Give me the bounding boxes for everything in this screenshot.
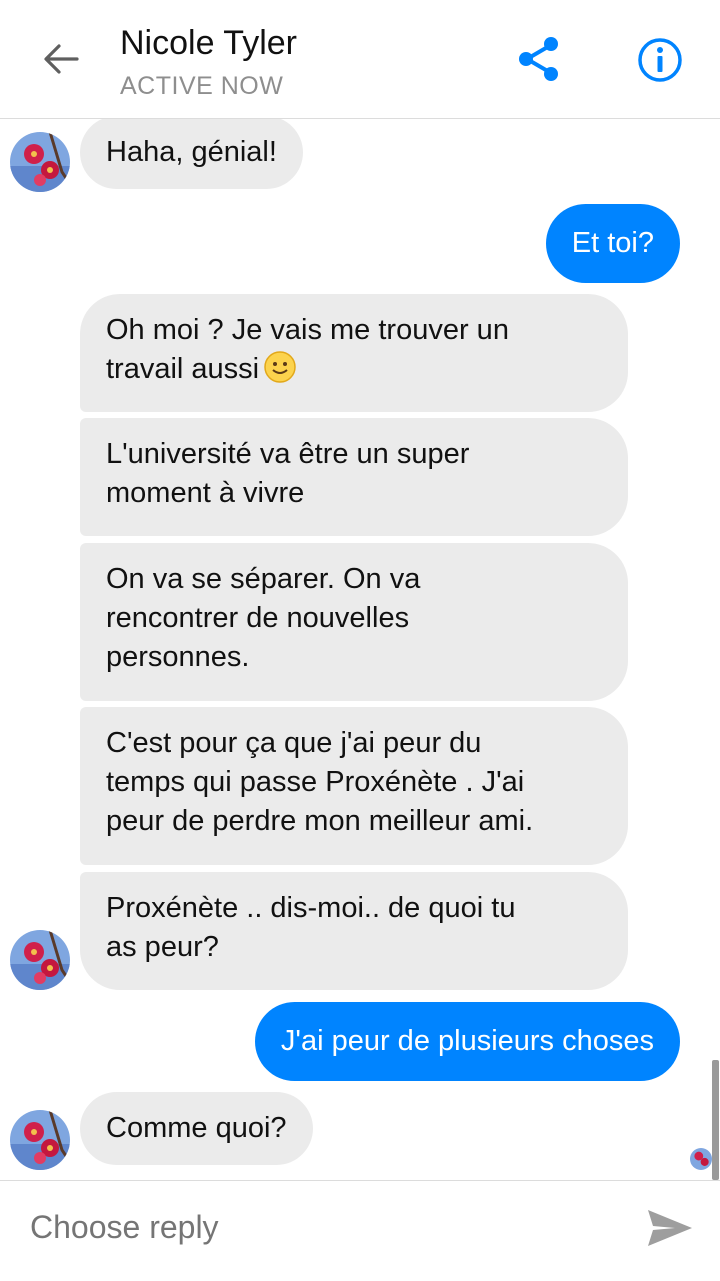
info-icon [636,36,684,89]
message-thread[interactable]: Haha, génial! Et toi? Oh moi ? Je vais m… [0,0,720,1180]
message-line: Proxénète .. dis-moi.. de quoi tu [106,892,516,924]
incoming-message[interactable]: Oh moi ? Je vais me trouver un travail a… [80,294,628,412]
back-button[interactable] [36,36,86,86]
incoming-message[interactable]: Proxénète .. dis-moi.. de quoi tu as peu… [80,872,628,990]
send-icon [645,1206,695,1255]
message-line: temps qui passe Proxénète . J'ai [106,766,525,798]
message-text: J'ai peur de plusieurs choses [280,1025,654,1057]
message-line: rencontrer de nouvelles [106,602,410,634]
message-line: C'est pour ça que j'ai peur du [106,727,482,759]
outgoing-message[interactable]: J'ai peur de plusieurs choses [254,1002,680,1081]
contact-avatar[interactable] [10,1110,70,1170]
incoming-message[interactable]: C'est pour ça que j'ai peur du temps qui… [80,707,628,865]
message-line: Oh moi ? Je vais me trouver un [106,314,509,346]
slightly-smiling-face-icon [263,350,297,384]
info-button[interactable] [632,34,688,90]
message-line: On va se séparer. On va [106,563,421,595]
share-icon [517,35,561,88]
choose-reply-field[interactable]: Choose reply [30,1209,219,1246]
incoming-message[interactable]: Comme quoi? [80,1092,313,1165]
arrow-left-icon [41,39,81,84]
share-button[interactable] [512,34,566,88]
contact-name[interactable]: Nicole Tyler [120,24,297,63]
message-line: moment à vivre [106,477,305,509]
contact-avatar[interactable] [10,930,70,990]
scrollbar[interactable] [712,1060,719,1180]
message-line: travail aussi [106,350,602,389]
message-line: as peur? [106,931,219,963]
seen-indicator-avatar [690,1148,712,1170]
message-text: Haha, génial! [106,136,277,168]
active-status: ACTIVE NOW [120,72,284,100]
message-text: Comme quoi? [106,1112,287,1144]
message-line: peur de perdre mon meilleur ami. [106,805,534,837]
message-line: L'université va être un super [106,438,470,470]
incoming-message[interactable]: Haha, génial! [80,116,303,189]
incoming-message[interactable]: L'université va être un super moment à v… [80,418,628,536]
contact-avatar[interactable] [10,132,70,192]
outgoing-message[interactable]: Et toi? [545,204,680,283]
incoming-message[interactable]: On va se séparer. On va rencontrer de no… [80,543,628,701]
conversation-header: Nicole Tyler ACTIVE NOW [0,0,720,119]
send-button[interactable] [640,1205,700,1255]
message-line: personnes. [106,641,250,673]
message-text: Et toi? [571,227,654,259]
reply-composer: Choose reply [0,1180,720,1281]
